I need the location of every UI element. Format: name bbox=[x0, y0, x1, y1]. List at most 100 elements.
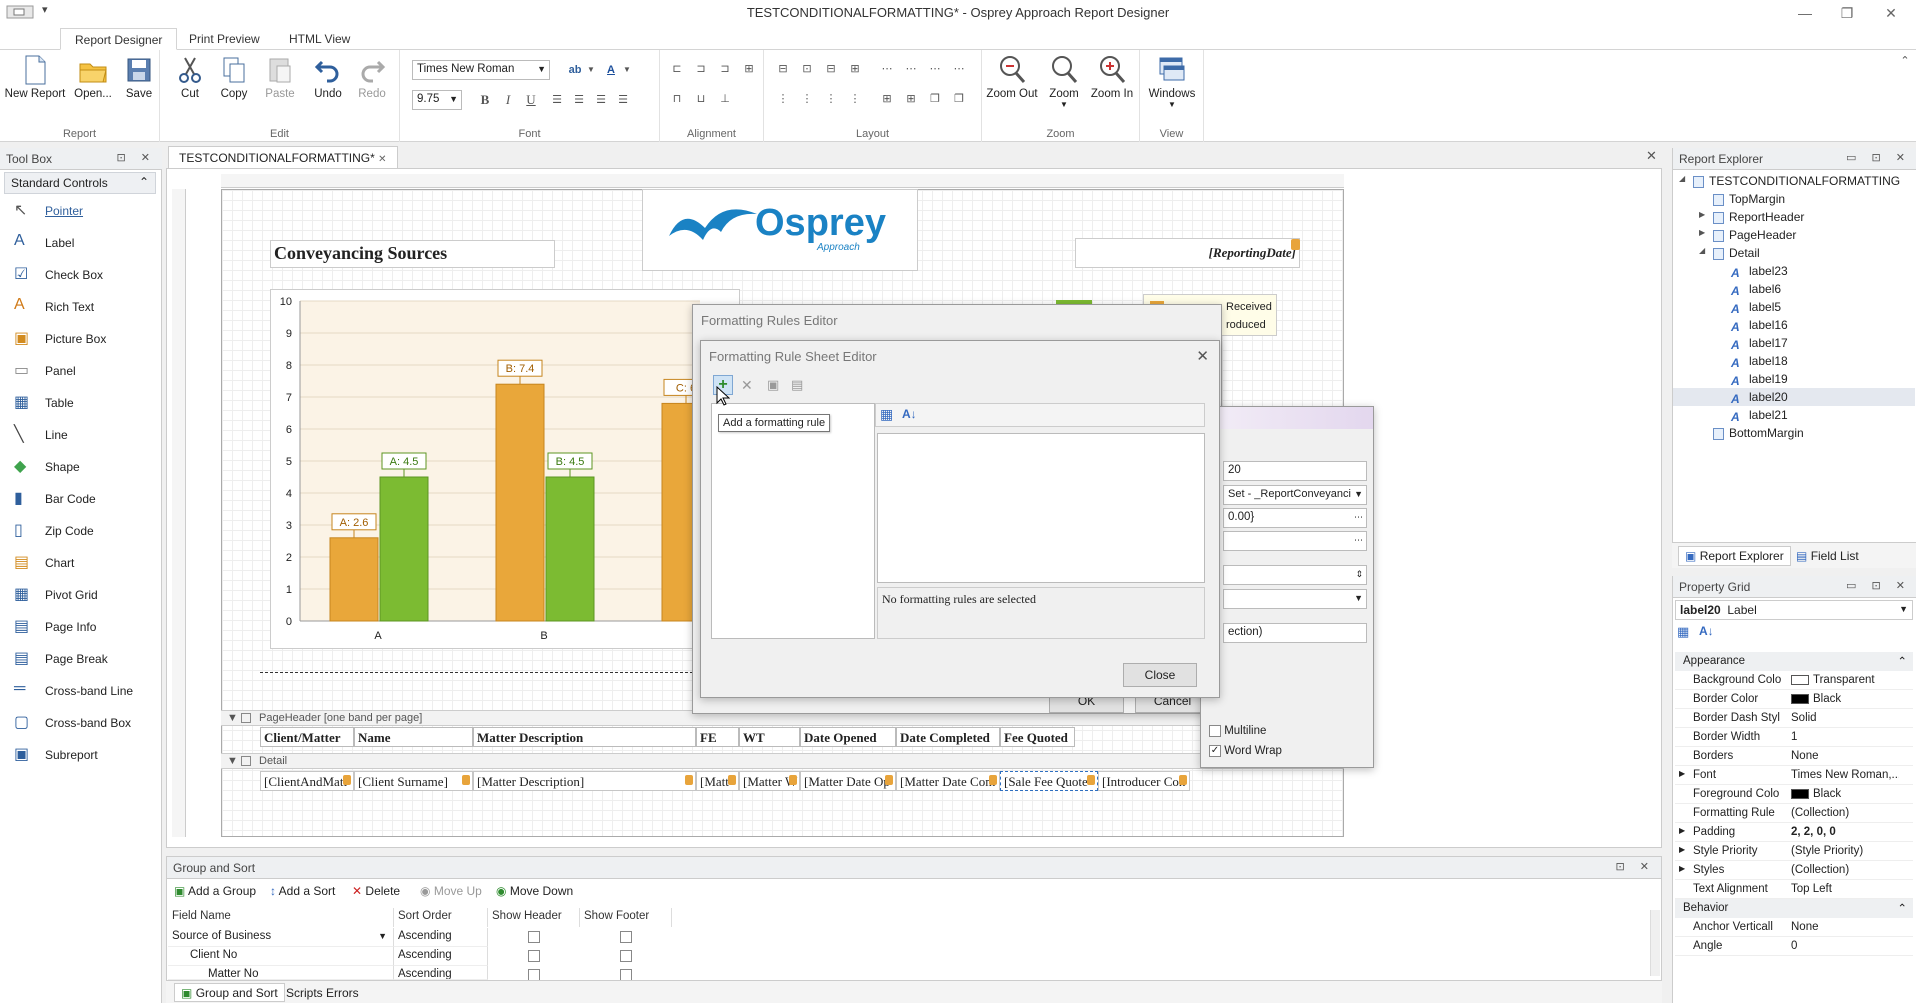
delete-button[interactable]: ✕ Delete bbox=[352, 884, 400, 898]
zoom-out-button[interactable]: Zoom Out bbox=[984, 54, 1040, 100]
pin-icon[interactable]: ✕ bbox=[378, 154, 386, 165]
detail-cell[interactable]: [Client Surname] bbox=[354, 771, 473, 791]
property-value[interactable]: (Style Priority) bbox=[1791, 845, 1899, 857]
tab-scripts-errors[interactable]: Scripts Errors bbox=[286, 986, 359, 1000]
panel-controls-icon[interactable]: ⊡ ✕ bbox=[1616, 860, 1656, 873]
expand-icon[interactable]: ▶ bbox=[1679, 845, 1685, 854]
tree-item-report[interactable]: ◢ TESTCONDITIONALFORMATTING bbox=[1673, 172, 1915, 190]
property-value[interactable]: None bbox=[1791, 750, 1899, 762]
smart-tag-icon[interactable] bbox=[789, 775, 797, 785]
tab-group-and-sort[interactable]: ▣ Group and Sort bbox=[174, 983, 285, 1002]
center-vertically-icon[interactable]: ⊞ bbox=[902, 90, 920, 108]
show-footer-checkbox[interactable] bbox=[620, 950, 632, 962]
v-spacing-increase-icon[interactable]: ⋮ bbox=[798, 90, 816, 108]
expand-icon[interactable]: ▶ bbox=[1679, 769, 1685, 778]
align-rights-icon[interactable]: ⊐ bbox=[716, 60, 734, 78]
smart-tag-icon[interactable] bbox=[885, 775, 893, 785]
smart-tag-icon[interactable] bbox=[1087, 775, 1095, 785]
tab-report-explorer[interactable]: ▣ Report Explorer bbox=[1678, 546, 1791, 566]
tree-item-label5[interactable]: Alabel5 bbox=[1673, 298, 1915, 316]
chevron-up-icon[interactable]: ⌃ bbox=[1897, 654, 1907, 668]
underline-button[interactable]: U bbox=[522, 91, 540, 109]
bring-to-front-icon[interactable]: ❐ bbox=[926, 90, 944, 108]
same-height-icon[interactable]: ⊟ bbox=[822, 60, 840, 78]
align-middles-icon[interactable]: ⊔ bbox=[692, 90, 710, 108]
cut-button[interactable]: Cut bbox=[172, 54, 208, 100]
panel-controls-icon[interactable]: ▭ ⊡ ✕ bbox=[1846, 151, 1911, 164]
toolbox-item-panel[interactable]: ▭ Panel bbox=[10, 358, 158, 384]
word-wrap-checkbox[interactable]: ✓ Word Wrap bbox=[1209, 745, 1282, 757]
sort-order-cell[interactable]: Ascending bbox=[394, 947, 488, 966]
property-value[interactable]: 0 bbox=[1791, 940, 1899, 952]
panel-controls-icon[interactable]: ▭ ⊡ ✕ bbox=[1846, 579, 1911, 592]
toolbox-item-cross-band-line[interactable]: ═ Cross-band Line bbox=[10, 678, 158, 704]
align-lefts-icon[interactable]: ⊏ bbox=[668, 60, 686, 78]
tree-item-label17[interactable]: Alabel17 bbox=[1673, 334, 1915, 352]
expression-field[interactable]: ⋯ bbox=[1223, 531, 1367, 551]
save-button[interactable]: Save bbox=[120, 54, 158, 100]
v-spacing-equal-icon[interactable]: ⋮ bbox=[774, 90, 792, 108]
vertical-scrollbar[interactable] bbox=[1650, 910, 1660, 976]
header-cell[interactable]: Client/Matter bbox=[260, 727, 354, 747]
tab-print-preview[interactable]: Print Preview bbox=[175, 28, 274, 50]
v-spacing-remove-icon[interactable]: ⋮ bbox=[846, 90, 864, 108]
column-header[interactable]: Show Footer bbox=[580, 908, 672, 927]
toolbox-item-subreport[interactable]: ▣ Subreport bbox=[10, 742, 158, 768]
property-value[interactable]: (Collection) bbox=[1791, 864, 1899, 876]
expand-icon[interactable]: ▶ bbox=[1699, 210, 1705, 219]
justify-icon[interactable]: ☰ bbox=[614, 91, 632, 109]
collapse-band-icon[interactable]: ▼ bbox=[227, 712, 238, 724]
tree-item-bottommargin[interactable]: BottomMargin bbox=[1673, 424, 1915, 442]
toolbox-item-bar-code[interactable]: ▮ Bar Code bbox=[10, 486, 158, 512]
header-cell[interactable]: Fee Quoted bbox=[1000, 727, 1075, 747]
panel-controls-icon[interactable]: ⊡ ✕ bbox=[117, 151, 157, 164]
sort-order-cell[interactable]: Ascending bbox=[394, 966, 488, 980]
smart-tag-icon[interactable] bbox=[1291, 239, 1300, 250]
show-footer-checkbox[interactable] bbox=[620, 931, 632, 943]
format-string-field[interactable]: 0.00} ⋯ bbox=[1223, 508, 1367, 528]
detail-cell[interactable]: [Sale Fee Quote bbox=[1000, 771, 1098, 791]
property-row[interactable]: Borders None bbox=[1675, 747, 1913, 766]
show-header-checkbox[interactable] bbox=[528, 931, 540, 943]
expand-icon[interactable]: ▶ bbox=[1679, 826, 1685, 835]
property-value[interactable]: Black bbox=[1791, 693, 1899, 705]
name-field[interactable]: 20 bbox=[1223, 461, 1367, 481]
header-cell[interactable]: Name bbox=[354, 727, 473, 747]
align-right-icon[interactable]: ☰ bbox=[592, 91, 610, 109]
toolbox-item-label[interactable]: A Label bbox=[10, 230, 158, 256]
minimize-icon[interactable]: — bbox=[1790, 3, 1820, 23]
add-group-button[interactable]: ▣ Add a Group bbox=[174, 884, 256, 898]
align-bottoms-icon[interactable]: ⊥ bbox=[716, 90, 734, 108]
same-size-icon[interactable]: ⊞ bbox=[846, 60, 864, 78]
logo-picture-box[interactable]: Osprey Approach bbox=[642, 189, 918, 271]
tree-item-pageheader[interactable]: ▶ PageHeader bbox=[1673, 226, 1915, 244]
collection-field[interactable]: ection) bbox=[1223, 623, 1367, 643]
highlight-dropdown-icon[interactable]: ▼ bbox=[582, 61, 600, 79]
move-up-button[interactable]: ◉ Move Up bbox=[420, 884, 482, 898]
smart-tag-icon[interactable] bbox=[685, 775, 693, 785]
align-centers-icon[interactable]: ⊐ bbox=[692, 60, 710, 78]
font-size-combo[interactable]: 9.75 ▼ bbox=[412, 90, 462, 110]
column-header[interactable]: Show Header bbox=[488, 908, 580, 927]
property-value[interactable]: None bbox=[1791, 921, 1899, 933]
header-cell[interactable]: Date Completed bbox=[896, 727, 1000, 747]
property-row[interactable]: Angle 0 bbox=[1675, 937, 1913, 956]
rules-list[interactable] bbox=[711, 403, 875, 639]
toolbox-item-table[interactable]: ▦ Table bbox=[10, 390, 158, 416]
property-value[interactable]: Transparent bbox=[1791, 674, 1899, 686]
header-cell[interactable]: FE bbox=[696, 727, 739, 747]
same-width-icon[interactable]: ⊟ bbox=[774, 60, 792, 78]
categorized-icon[interactable]: ▦ bbox=[880, 406, 893, 423]
windows-button[interactable]: Windows ▼ bbox=[1146, 54, 1198, 109]
multiline-checkbox[interactable]: Multiline bbox=[1209, 725, 1266, 737]
expand-icon[interactable]: ▶ bbox=[1699, 228, 1705, 237]
toolbox-item-chart[interactable]: ▤ Chart bbox=[10, 550, 158, 576]
property-row[interactable]: Foreground Colo Black bbox=[1675, 785, 1913, 804]
expand-icon[interactable]: ▶ bbox=[1679, 864, 1685, 873]
close-button[interactable]: Close bbox=[1123, 663, 1197, 687]
property-value[interactable]: (Collection) bbox=[1791, 807, 1899, 819]
group-field-cell[interactable]: Matter No bbox=[168, 966, 394, 980]
header-cell[interactable]: Date Opened bbox=[800, 727, 896, 747]
toolbox-item-pointer[interactable]: ↖ Pointer bbox=[10, 198, 158, 224]
sort-alpha-icon[interactable]: A↓ bbox=[1699, 624, 1714, 638]
